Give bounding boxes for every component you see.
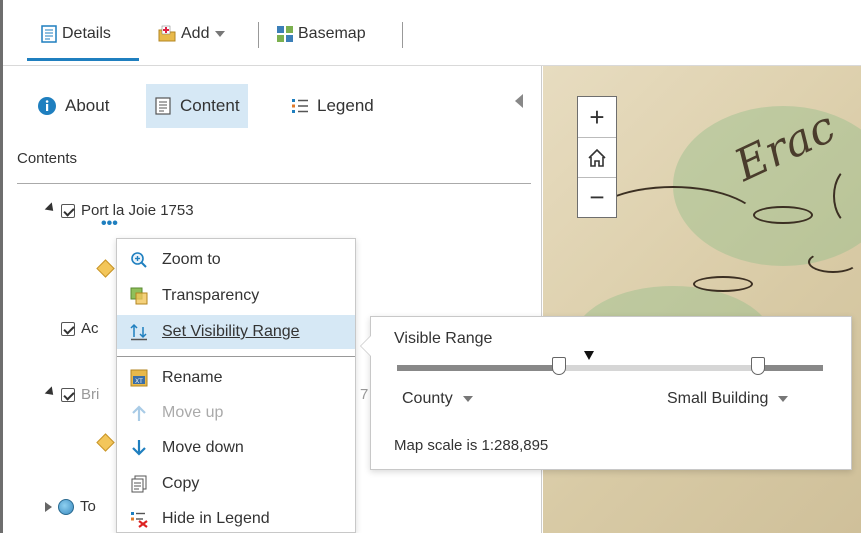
add-label: Add <box>181 25 210 42</box>
layer-name: Port la Joie 1753 <box>81 202 194 219</box>
menu-item-label: Move up <box>162 404 224 421</box>
visible-range-title: Visible Range <box>394 330 493 347</box>
layer-symbol-icon <box>96 259 115 278</box>
zoom-in-button[interactable]: + <box>578 97 616 137</box>
zoom-control: + − <box>577 96 617 218</box>
map-coastline <box>753 206 813 224</box>
layer-row: Port la Joie 1753 <box>44 202 194 219</box>
layer-name: Ac <box>81 320 99 337</box>
menu-item-rename[interactable]: XT Rename <box>117 361 355 395</box>
layer-visibility-checkbox[interactable] <box>61 387 75 402</box>
tab-content-label: Content <box>180 96 240 115</box>
chevron-down-icon <box>778 396 789 402</box>
tab-about-label: About <box>65 96 110 115</box>
tab-legend-label: Legend <box>317 96 374 115</box>
tab-content[interactable]: Content <box>146 84 248 128</box>
globe-icon <box>58 498 74 515</box>
max-scale-dropdown[interactable]: Small Building <box>667 390 789 408</box>
basemap-label: Basemap <box>298 25 366 42</box>
home-button[interactable] <box>578 137 616 177</box>
svg-text:XT: XT <box>135 379 143 385</box>
layer-row: Bri <box>44 386 100 403</box>
details-icon <box>41 25 57 43</box>
menu-item-label: Move down <box>162 439 244 456</box>
hide-legend-icon <box>129 509 149 529</box>
basemap-icon <box>277 26 293 42</box>
top-toolbar: Details Add Basemap <box>0 0 861 66</box>
tab-legend[interactable]: Legend <box>291 84 374 128</box>
window-left-edge <box>0 0 3 533</box>
menu-item-transparency[interactable]: Transparency <box>117 279 355 313</box>
current-map-scale: Map scale is 1:288,895 <box>394 437 549 454</box>
menu-item-copy[interactable]: Copy <box>117 467 355 501</box>
layer-name: Bri <box>81 386 100 403</box>
collapse-panel-icon[interactable] <box>515 94 523 108</box>
menu-item-label: Transparency <box>162 287 260 304</box>
copy-icon <box>129 474 149 494</box>
menu-divider <box>117 356 355 357</box>
menu-item-move-up: Move up <box>117 396 355 430</box>
menu-item-label: Hide in Legend <box>162 510 270 527</box>
current-scale-marker-icon <box>584 351 594 360</box>
menu-item-label: Zoom to <box>162 251 221 268</box>
min-scale-dropdown[interactable]: County <box>402 390 473 408</box>
menu-item-label: Rename <box>162 369 223 386</box>
layer-row: To <box>45 498 96 515</box>
visibility-range-popover: Visible Range County Small Building Map … <box>360 316 852 470</box>
max-scale-value: Small Building <box>667 390 769 407</box>
map-coastline <box>693 276 753 292</box>
layer-name: To <box>80 498 96 515</box>
layer-options-icon[interactable]: ••• <box>101 216 118 232</box>
add-button[interactable]: Add <box>157 22 226 46</box>
toolbar-separator <box>402 22 403 48</box>
transparency-icon <box>129 286 149 306</box>
add-layer-icon <box>158 25 176 42</box>
layer-visibility-checkbox[interactable] <box>61 203 75 218</box>
details-button[interactable]: Details <box>40 22 111 46</box>
details-label: Details <box>62 25 111 42</box>
arrow-down-icon <box>129 438 149 458</box>
contents-heading: Contents <box>17 150 78 167</box>
layer-symbol-icon <box>96 433 115 452</box>
menu-item-set-visibility-range[interactable]: Set Visibility Range <box>117 315 355 349</box>
zoom-out-button[interactable]: − <box>578 177 616 217</box>
toolbar-separator <box>258 22 259 48</box>
tab-about[interactable]: About <box>37 84 109 128</box>
expand-toggle-icon[interactable] <box>44 386 57 399</box>
menu-item-zoom-to[interactable]: Zoom to <box>117 243 355 277</box>
home-icon <box>588 148 606 167</box>
menu-item-hide-in-legend[interactable]: Hide in Legend <box>117 502 355 533</box>
menu-item-move-down[interactable]: Move down <box>117 431 355 465</box>
expand-toggle-icon[interactable] <box>44 202 57 215</box>
details-active-underline <box>27 58 139 61</box>
layer-row: Ac <box>61 320 99 337</box>
max-scale-handle[interactable] <box>751 357 765 375</box>
layer-context-menu: Zoom to Transparency Set Visibility Rang… <box>116 238 356 533</box>
slider-selected-range <box>557 365 760 371</box>
legend-icon <box>292 99 308 113</box>
map-coastline <box>808 251 858 273</box>
min-scale-handle[interactable] <box>552 357 566 375</box>
expand-toggle-icon[interactable] <box>45 501 52 512</box>
layer-name-tail: 7 <box>360 386 369 403</box>
contents-divider <box>17 183 531 184</box>
min-scale-value: County <box>402 390 453 407</box>
rename-icon: XT <box>129 368 149 388</box>
info-icon <box>38 97 56 115</box>
menu-item-label: Copy <box>162 475 200 492</box>
zoom-to-icon <box>129 250 149 270</box>
arrow-up-icon <box>129 403 149 423</box>
popover-pointer <box>360 335 371 357</box>
basemap-button[interactable]: Basemap <box>276 22 366 46</box>
menu-item-label: Set Visibility Range <box>162 323 300 340</box>
chevron-down-icon <box>462 396 473 402</box>
chevron-down-icon <box>215 31 226 37</box>
visibility-range-icon <box>129 322 149 342</box>
content-icon <box>155 97 171 115</box>
layer-visibility-checkbox[interactable] <box>61 321 75 336</box>
